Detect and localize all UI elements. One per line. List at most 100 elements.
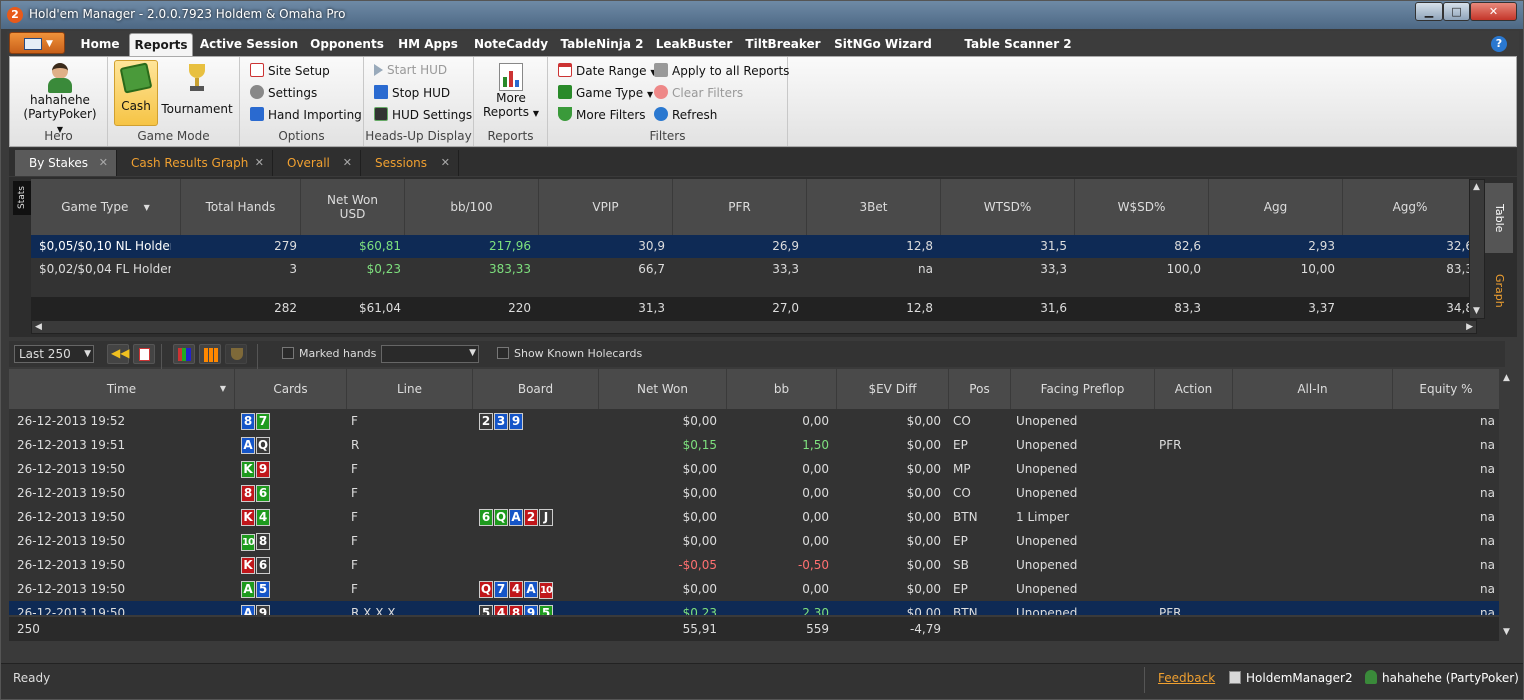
stats-col-total-hands[interactable]: Total Hands (181, 179, 301, 235)
scroll-up-icon[interactable]: ▲ (1503, 373, 1510, 383)
scroll-right-icon[interactable]: ▶ (1466, 322, 1473, 332)
hero-button[interactable]: hahahehe (PartyPoker) ▼ (20, 61, 100, 135)
stop-hud-button[interactable]: Stop HUD (374, 85, 450, 100)
game-type-button[interactable]: Game Type ▼ (558, 85, 653, 100)
hands-col-facing-preflop[interactable]: Facing Preflop (1011, 369, 1155, 409)
settings-button[interactable]: Settings (250, 85, 317, 100)
stats-col-bb100[interactable]: bb/100 (405, 179, 539, 235)
stats-horizontal-scrollbar[interactable]: ◀ ▶ (31, 320, 1477, 334)
application-menu-button[interactable]: ▼ (9, 32, 65, 54)
hud-settings-button[interactable]: HUD Settings (374, 107, 472, 122)
stats-row[interactable]: $0,05/$0,10 NL Holdem 279 $60,81 217,96 … (31, 235, 1477, 258)
close-button[interactable]: ✕ (1470, 2, 1517, 21)
apply-to-all-reports-button[interactable]: Apply to all Reports (654, 63, 789, 78)
refresh-button[interactable]: Refresh (654, 107, 717, 122)
scroll-down-icon[interactable]: ▼ (1473, 306, 1480, 316)
feedback-link[interactable]: Feedback (1158, 671, 1215, 685)
table-row[interactable]: 26-12-2013 19:50 A 5 F Q 7 4 A 10 $0,00 0,00 $0,00 E… (9, 577, 1499, 601)
hero-status[interactable]: hahahehe (PartyPoker) (1365, 670, 1519, 685)
range-grid-button[interactable] (173, 344, 195, 364)
stats-col-game-type[interactable]: Game Type ▼ (31, 179, 181, 235)
table-row[interactable]: 26-12-2013 19:50 K 6 F -$0,05 -0,50 $0,00 SB Uno… (9, 553, 1499, 577)
start-hud-button[interactable]: Start HUD (374, 63, 447, 77)
close-icon[interactable]: ✕ (441, 150, 450, 176)
tab-table-scanner[interactable]: Table Scanner 2 (Beta) (943, 33, 1093, 74)
chart-button[interactable] (199, 344, 221, 364)
marked-hands-checkbox[interactable] (282, 347, 294, 359)
stats-col-agg-pct[interactable]: Agg% (1343, 179, 1477, 235)
trophy-filter-button[interactable] (225, 344, 247, 364)
hands-col-time[interactable]: Time ▼ (9, 369, 235, 409)
hands-col-net-won[interactable]: Net Won (599, 369, 727, 409)
cash-mode-button[interactable]: Cash (114, 60, 158, 126)
stats-vertical-scrollbar[interactable]: ▲ ▼ (1469, 179, 1485, 319)
table-row[interactable]: 26-12-2013 19:50 K 9 F $0,00 0,00 $0,00 MP Unope… (9, 457, 1499, 481)
stats-side-label[interactable]: Stats (13, 181, 31, 215)
table-row[interactable]: 26-12-2013 19:50 8 6 F $0,00 0,00 $0,00 CO Unope… (9, 481, 1499, 505)
database-status[interactable]: HoldemManager2 (1229, 671, 1353, 685)
side-tab-graph[interactable]: Graph (1485, 253, 1513, 329)
tab-cash-results-graph[interactable]: Cash Results Graph ✕ (117, 150, 273, 176)
tournament-mode-button[interactable]: Tournament (160, 60, 234, 116)
stats-col-vpip[interactable]: VPIP (539, 179, 673, 235)
scroll-left-icon[interactable]: ◀ (35, 322, 42, 332)
tab-tiltbreaker[interactable]: TiltBreaker (743, 33, 823, 56)
replay-button[interactable] (133, 344, 155, 364)
hand-importing-button[interactable]: Hand Importing (250, 107, 362, 122)
close-icon[interactable]: ✕ (343, 150, 352, 176)
more-filters-button[interactable]: More Filters (558, 107, 646, 122)
maximize-button[interactable]: □ (1443, 2, 1470, 21)
site-setup-button[interactable]: Site Setup (250, 63, 330, 78)
tab-sessions[interactable]: Sessions ✕ (361, 150, 459, 176)
table-row[interactable]: 26-12-2013 19:52 8 7 F 2 3 9 $0,00 0,00 $0,00 CO Un… (9, 409, 1499, 433)
hand-range-select[interactable]: Last 250 ▼ (14, 345, 94, 363)
hands-col-cards[interactable]: Cards (235, 369, 347, 409)
tab-by-stakes[interactable]: By Stakes ✕ (15, 150, 117, 176)
tab-opponents[interactable]: Opponents (307, 33, 387, 56)
close-icon[interactable]: ✕ (99, 150, 108, 176)
table-row[interactable]: 26-12-2013 19:51 A Q R $0,15 1,50 $0,00 EP Unope… (9, 433, 1499, 457)
table-row[interactable]: 26-12-2013 19:50 10 8 F $0,00 0,00 $0,00 EP Unop… (9, 529, 1499, 553)
title-bar[interactable]: 2 Hold'em Manager - 2.0.0.7923 Holdem & … (1, 1, 1523, 29)
table-row[interactable]: 26-12-2013 19:50 A 9 R X X X 5 4 8 9 5 $0,23 2,30 $… (9, 601, 1499, 615)
hands-col-pos[interactable]: Pos (949, 369, 1011, 409)
minimize-button[interactable]: ▁ (1415, 2, 1443, 21)
tab-notecaddy[interactable]: NoteCaddy (471, 33, 551, 56)
hands-col-action[interactable]: Action (1155, 369, 1233, 409)
hands-col-equity[interactable]: Equity % (1393, 369, 1499, 409)
rewind-button[interactable]: ◀◀ (107, 344, 129, 364)
clear-filters-button[interactable]: Clear Filters (654, 85, 743, 100)
hands-col-board[interactable]: Board (473, 369, 599, 409)
tab-sitngo-wizard[interactable]: SitNGo Wizard (833, 33, 933, 56)
hands-col-all-in[interactable]: All-In (1233, 369, 1393, 409)
date-range-button[interactable]: Date Range ▼ (558, 63, 657, 78)
marked-hands-select[interactable]: ▼ (381, 345, 479, 363)
table-row[interactable]: 26-12-2013 19:50 K 4 F 6 Q A 2 J $0,00 0,00 $0,00 BT… (9, 505, 1499, 529)
tab-tableninja[interactable]: TableNinja 2 (559, 33, 645, 56)
tab-leakbuster[interactable]: LeakBuster (653, 33, 735, 56)
stats-col-pfr[interactable]: PFR (673, 179, 807, 235)
tab-home[interactable]: Home (71, 33, 129, 56)
hands-vertical-scrollbar[interactable]: ▲ ▼ (1499, 369, 1517, 641)
more-reports-button[interactable]: More Reports ▼ (476, 63, 546, 119)
scroll-down-icon[interactable]: ▼ (1503, 627, 1510, 637)
show-holecards-checkbox[interactable] (497, 347, 509, 359)
hands-col-line[interactable]: Line (347, 369, 473, 409)
tab-hm-apps[interactable]: HM Apps (395, 33, 461, 56)
stats-row[interactable]: $0,02/$0,04 FL Holdem 3 $0,23 383,33 66,… (31, 258, 1477, 281)
stats-col-net-won[interactable]: Net Won USD (301, 179, 405, 235)
stats-col-wsd[interactable]: W$SD% (1075, 179, 1209, 235)
help-icon[interactable]: ? (1491, 36, 1507, 52)
scroll-up-icon[interactable]: ▲ (1473, 182, 1480, 192)
tab-active-session[interactable]: Active Session (199, 33, 299, 56)
hands-col-bb[interactable]: bb (727, 369, 837, 409)
tab-overall[interactable]: Overall ✕ (273, 150, 361, 176)
stats-col-3bet[interactable]: 3Bet (807, 179, 941, 235)
tab-reports[interactable]: Reports (129, 33, 193, 56)
stats-col-agg[interactable]: Agg (1209, 179, 1343, 235)
close-icon[interactable]: ✕ (255, 150, 264, 176)
side-tab-table[interactable]: Table (1485, 183, 1513, 253)
hands-horizontal-scrollbar[interactable] (9, 644, 1517, 658)
stats-col-wtsd[interactable]: WTSD% (941, 179, 1075, 235)
hands-col-ev-diff[interactable]: $EV Diff (837, 369, 949, 409)
